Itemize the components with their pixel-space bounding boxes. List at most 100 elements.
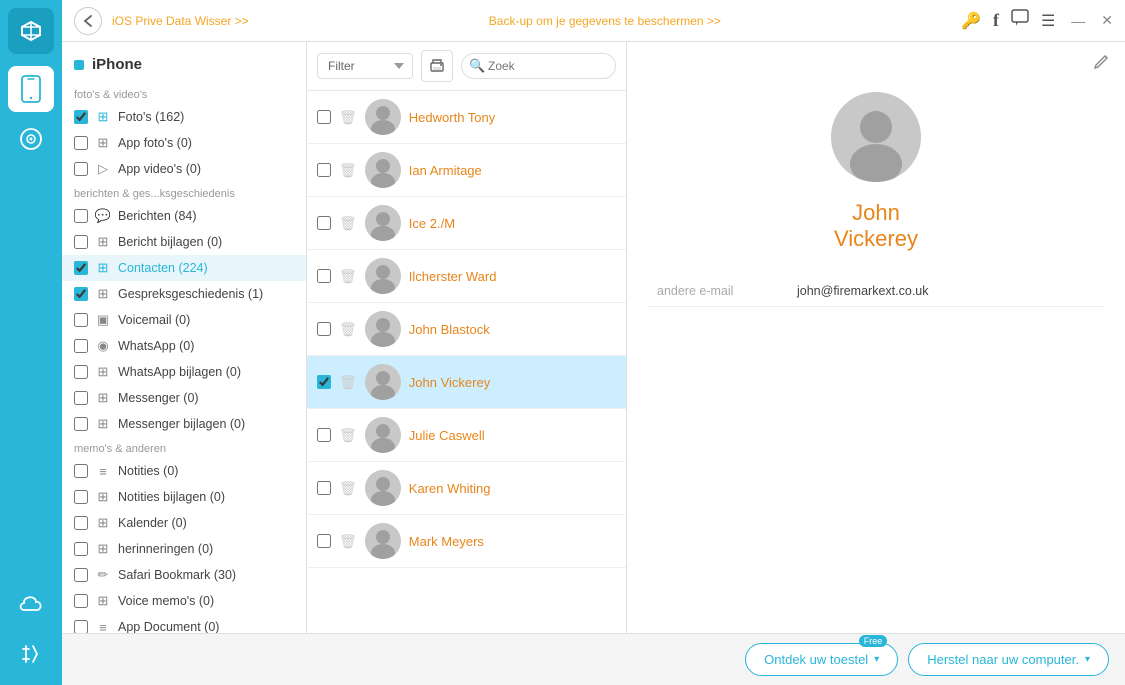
checkbox-safari[interactable] — [74, 568, 88, 582]
tree-item-gespreks[interactable]: ⊞ Gespreksgeschiedenis (1) — [62, 281, 306, 307]
music-nav-icon[interactable] — [8, 116, 54, 162]
delete-contact-icon[interactable]: 🗑 — [339, 427, 357, 444]
tree-item-app-document[interactable]: ≡ App Document (0) — [62, 614, 306, 633]
checkbox-bericht-bijlagen[interactable] — [74, 235, 88, 249]
delete-contact-icon[interactable]: 🗑 — [339, 215, 357, 232]
checkbox-gespreks[interactable] — [74, 287, 88, 301]
tree-item-photos[interactable]: ⊞ Foto's (162) — [62, 104, 306, 130]
tools-nav-icon[interactable] — [8, 631, 54, 677]
contact-item[interactable]: 🗑 John Vickerey — [307, 356, 626, 409]
content-area: iPhone foto's & video's ⊞ Foto's (162) ⊞… — [62, 42, 1125, 633]
checkbox-voicemail[interactable] — [74, 313, 88, 327]
tree-label-voicemail: Voicemail (0) — [118, 313, 190, 327]
contact-item[interactable]: 🗑 Mark Meyers — [307, 515, 626, 568]
tree-label-contacten: Contacten (224) — [118, 261, 208, 275]
tree-item-safari[interactable]: ✏ Safari Bookmark (30) — [62, 562, 306, 588]
tree-label-voice-memo: Voice memo's (0) — [118, 594, 214, 608]
delete-contact-icon[interactable]: 🗑 — [339, 321, 357, 338]
discover-device-button[interactable]: Free Ontdek uw toestel ▾ — [745, 643, 898, 676]
facebook-icon[interactable]: f — [993, 10, 999, 31]
checkbox-messenger-bijlagen[interactable] — [74, 417, 88, 431]
tree-item-herinneringen[interactable]: ⊞ herinneringen (0) — [62, 536, 306, 562]
tree-item-voicemail[interactable]: ▣ Voicemail (0) — [62, 307, 306, 333]
checkbox-app-videos[interactable] — [74, 162, 88, 176]
contact-checkbox[interactable] — [317, 269, 331, 283]
contact-item[interactable]: 🗑 Karen Whiting — [307, 462, 626, 515]
contact-item[interactable]: 🗑 Ice 2./M — [307, 197, 626, 250]
checkbox-notities-bijlagen[interactable] — [74, 490, 88, 504]
contact-name: Karen Whiting — [409, 481, 491, 496]
bericht-bijlagen-icon: ⊞ — [94, 233, 112, 251]
checkbox-app-document[interactable] — [74, 620, 88, 633]
tree-item-contacten[interactable]: ⊞ Contacten (224) — [62, 255, 306, 281]
tree-item-kalender[interactable]: ⊞ Kalender (0) — [62, 510, 306, 536]
restore-computer-button[interactable]: Herstel naar uw computer. ▾ — [908, 643, 1109, 676]
contact-checkbox[interactable] — [317, 428, 331, 442]
app-logo[interactable] — [8, 8, 54, 54]
delete-contact-icon[interactable]: 🗑 — [339, 533, 357, 550]
tree-item-app-videos[interactable]: ▷ App video's (0) — [62, 156, 306, 182]
tree-item-app-photos[interactable]: ⊞ App foto's (0) — [62, 130, 306, 156]
checkbox-contacten[interactable] — [74, 261, 88, 275]
contact-checkbox[interactable] — [317, 481, 331, 495]
tree-item-messenger-bijlagen[interactable]: ⊞ Messenger bijlagen (0) — [62, 411, 306, 437]
berichten-icon: 💬 — [94, 207, 112, 225]
contact-checkbox[interactable] — [317, 322, 331, 336]
contact-item[interactable]: 🗑 Ian Armitage — [307, 144, 626, 197]
checkbox-messenger[interactable] — [74, 391, 88, 405]
minimize-button[interactable]: — — [1071, 13, 1085, 29]
contact-checkbox[interactable] — [317, 375, 331, 389]
delete-contact-icon[interactable]: 🗑 — [339, 162, 357, 179]
discover-chevron-icon: ▾ — [874, 654, 879, 665]
contact-checkbox[interactable] — [317, 110, 331, 124]
checkbox-photos[interactable] — [74, 110, 88, 124]
checkbox-notities[interactable] — [74, 464, 88, 478]
phone-nav-icon[interactable] — [8, 66, 54, 112]
back-button[interactable] — [74, 7, 102, 35]
category-messages: berichten & ges...ksgeschiedenis — [62, 182, 306, 203]
delete-contact-icon[interactable]: 🗑 — [339, 268, 357, 285]
contact-name: Ian Armitage — [409, 163, 482, 178]
checkbox-kalender[interactable] — [74, 516, 88, 530]
tree-label-notities-bijlagen: Notities bijlagen (0) — [118, 490, 225, 504]
contact-name: John Blastock — [409, 322, 490, 337]
print-button[interactable] — [421, 50, 453, 82]
cloud-nav-icon[interactable] — [8, 581, 54, 627]
checkbox-whatsapp-bijlagen[interactable] — [74, 365, 88, 379]
tree-item-bericht-bijlagen[interactable]: ⊞ Bericht bijlagen (0) — [62, 229, 306, 255]
checkbox-app-photos[interactable] — [74, 136, 88, 150]
tree-item-messenger[interactable]: ⊞ Messenger (0) — [62, 385, 306, 411]
tree-item-voice-memo[interactable]: ⊞ Voice memo's (0) — [62, 588, 306, 614]
menu-icon[interactable]: ☰ — [1041, 11, 1055, 31]
contact-checkbox[interactable] — [317, 216, 331, 230]
restore-computer-label: Herstel naar uw computer. — [927, 652, 1079, 667]
contact-item[interactable]: 🗑 Julie Caswell — [307, 409, 626, 462]
tree-label-messenger: Messenger (0) — [118, 391, 199, 405]
gespreks-icon: ⊞ — [94, 285, 112, 303]
tree-item-berichten[interactable]: 💬 Berichten (84) — [62, 203, 306, 229]
ios-data-wiper-link[interactable]: iOS Prive Data Wisser >> — [112, 14, 249, 28]
checkbox-voice-memo[interactable] — [74, 594, 88, 608]
contact-item[interactable]: 🗑 Hedworth Tony — [307, 91, 626, 144]
close-button[interactable]: ✕ — [1101, 12, 1113, 29]
contact-checkbox[interactable] — [317, 163, 331, 177]
backup-link[interactable]: Back-up om je gegevens te beschermen >> — [489, 14, 721, 28]
tree-item-notities[interactable]: ≡ Notities (0) — [62, 458, 306, 484]
tree-item-notities-bijlagen[interactable]: ⊞ Notities bijlagen (0) — [62, 484, 306, 510]
filter-select[interactable]: Filter Alles Geselecteerd — [317, 53, 413, 79]
key-icon[interactable]: 🔑 — [961, 11, 981, 31]
edit-button[interactable] — [1093, 52, 1111, 75]
tree-item-whatsapp-bijlagen[interactable]: ⊞ WhatsApp bijlagen (0) — [62, 359, 306, 385]
checkbox-berichten[interactable] — [74, 209, 88, 223]
checkbox-herinneringen[interactable] — [74, 542, 88, 556]
contact-checkbox[interactable] — [317, 534, 331, 548]
title-icons: 🔑 f ☰ — ✕ — [961, 9, 1113, 32]
delete-contact-icon[interactable]: 🗑 — [339, 480, 357, 497]
checkbox-whatsapp[interactable] — [74, 339, 88, 353]
tree-item-whatsapp[interactable]: ◉ WhatsApp (0) — [62, 333, 306, 359]
delete-contact-icon[interactable]: 🗑 — [339, 374, 357, 391]
dialog-icon[interactable] — [1011, 9, 1029, 32]
delete-contact-icon[interactable]: 🗑 — [339, 109, 357, 126]
contact-item[interactable]: 🗑 Ilcherster Ward — [307, 250, 626, 303]
contact-item[interactable]: 🗑 John Blastock — [307, 303, 626, 356]
